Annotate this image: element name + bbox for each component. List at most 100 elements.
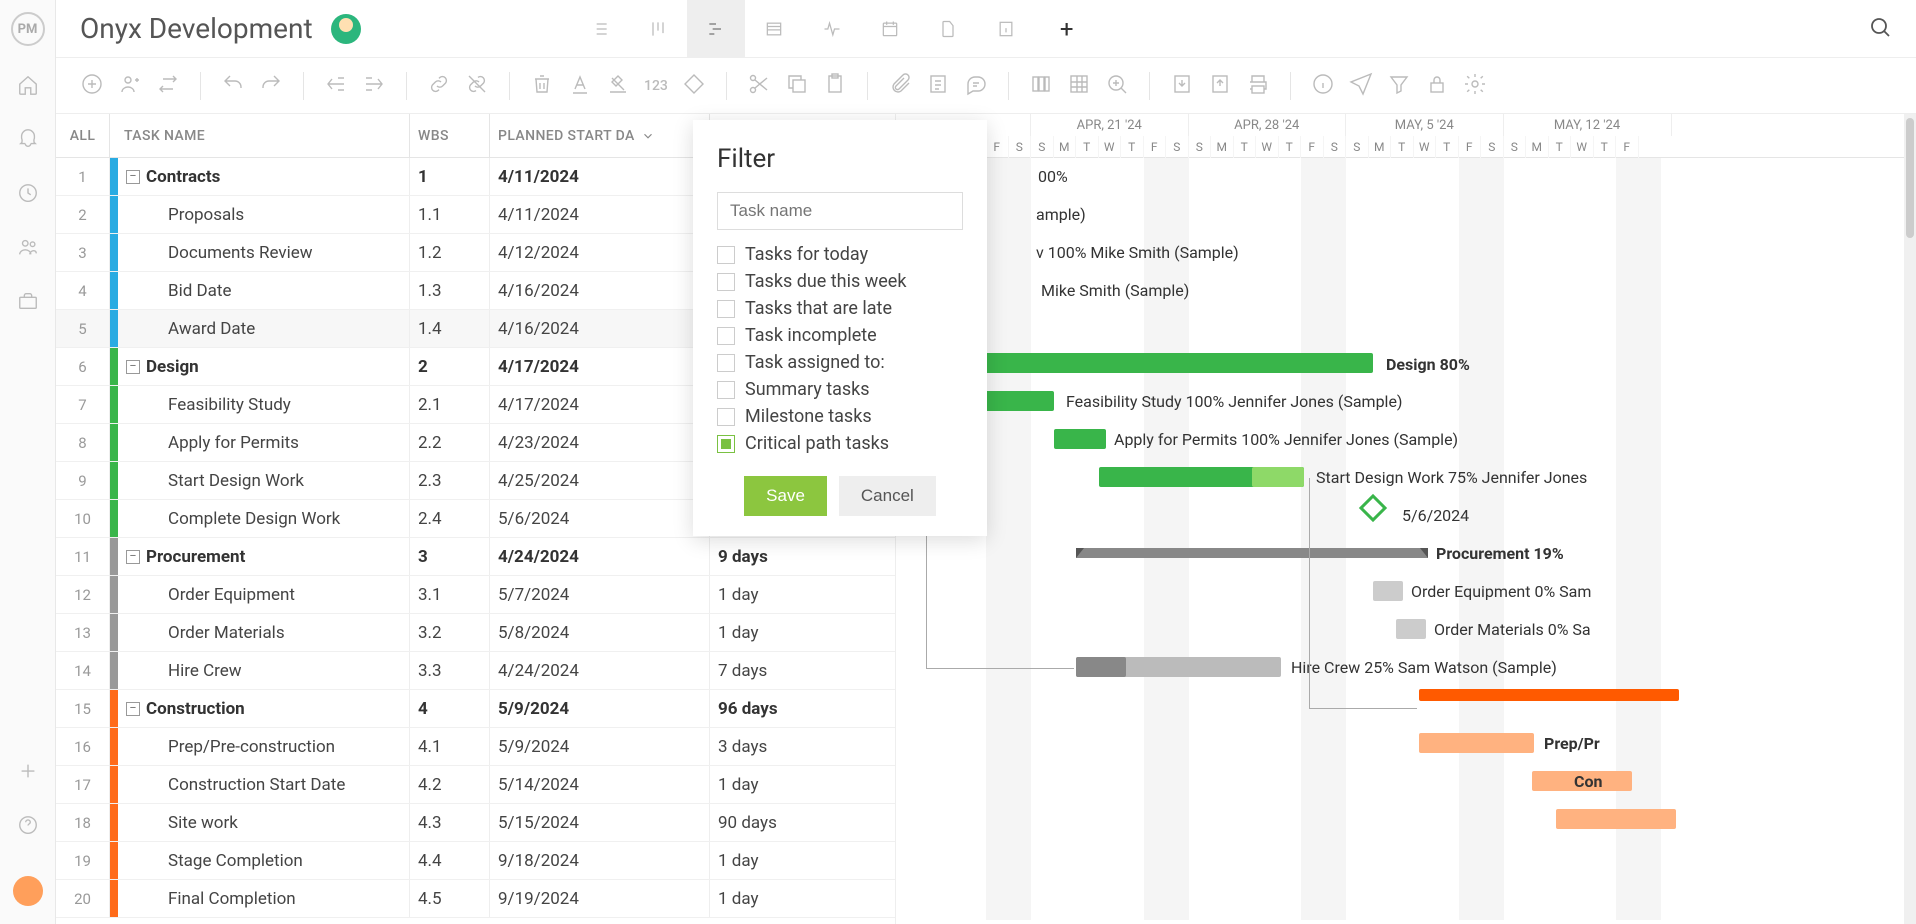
duration-cell[interactable]: 90 days — [710, 804, 895, 841]
task-name-cell[interactable]: Complete Design Work — [118, 500, 410, 537]
table-row[interactable]: 19 Stage Completion 4.4 9/18/2024 1 day — [56, 842, 895, 880]
grid-icon[interactable] — [1067, 72, 1091, 100]
checkbox-icon[interactable] — [717, 408, 735, 426]
filter-cancel-button[interactable]: Cancel — [839, 476, 936, 516]
task-name-cell[interactable]: Proposals — [118, 196, 410, 233]
settings-icon[interactable] — [1463, 72, 1487, 100]
briefcase-icon[interactable] — [17, 290, 39, 316]
date-cell[interactable]: 9/18/2024 — [490, 842, 710, 879]
collapse-icon[interactable]: − — [126, 360, 140, 374]
table-row[interactable]: 12 Order Equipment 3.1 5/7/2024 1 day — [56, 576, 895, 614]
checkbox-icon[interactable] — [717, 327, 735, 345]
undo-icon[interactable] — [221, 72, 245, 100]
copy-icon[interactable] — [785, 72, 809, 100]
wbs-cell[interactable]: 1.2 — [410, 234, 490, 271]
task-bar[interactable] — [1396, 619, 1426, 639]
user-avatar[interactable] — [13, 876, 43, 906]
task-name-cell[interactable]: Order Equipment — [118, 576, 410, 613]
indent-icon[interactable] — [362, 72, 386, 100]
board-view-icon[interactable] — [629, 0, 687, 58]
filter-icon[interactable] — [1387, 72, 1411, 100]
date-cell[interactable]: 5/9/2024 — [490, 690, 710, 727]
filter-option[interactable]: Tasks due this week — [717, 271, 963, 292]
table-row[interactable]: 18 Site work 4.3 5/15/2024 90 days — [56, 804, 895, 842]
checkbox-icon[interactable] — [717, 246, 735, 264]
task-name-cell[interactable]: Prep/Pre-construction — [118, 728, 410, 765]
swap-icon[interactable] — [156, 72, 180, 100]
collapse-icon[interactable]: − — [126, 702, 140, 716]
summary-bar[interactable] — [1076, 548, 1428, 558]
info-icon[interactable] — [1311, 72, 1335, 100]
checkbox-icon[interactable] — [717, 300, 735, 318]
task-name-cell[interactable]: Feasibility Study — [118, 386, 410, 423]
collapse-icon[interactable]: − — [126, 170, 140, 184]
send-icon[interactable] — [1349, 72, 1373, 100]
wbs-cell[interactable]: 3.3 — [410, 652, 490, 689]
note-icon[interactable] — [926, 72, 950, 100]
task-bar[interactable] — [1556, 809, 1676, 829]
task-name-cell[interactable]: Documents Review — [118, 234, 410, 271]
columns-icon[interactable] — [1029, 72, 1053, 100]
date-cell[interactable]: 4/12/2024 — [490, 234, 710, 271]
task-name-cell[interactable]: − Design — [118, 348, 410, 385]
col-wbs[interactable]: WBS — [410, 114, 490, 157]
file-view-icon[interactable] — [919, 0, 977, 58]
checkbox-icon[interactable] — [717, 354, 735, 372]
task-name-cell[interactable]: − Construction — [118, 690, 410, 727]
table-row[interactable]: 14 Hire Crew 3.3 4/24/2024 7 days — [56, 652, 895, 690]
filter-option[interactable]: Milestone tasks — [717, 406, 963, 427]
col-all[interactable]: ALL — [56, 114, 110, 157]
wbs-cell[interactable]: 2.4 — [410, 500, 490, 537]
filter-option[interactable]: Critical path tasks — [717, 433, 963, 454]
date-cell[interactable]: 5/14/2024 — [490, 766, 710, 803]
col-task-name[interactable]: TASK NAME — [110, 114, 410, 157]
auto-number-icon[interactable]: 123 — [644, 78, 668, 94]
attach-icon[interactable] — [888, 72, 912, 100]
task-bar[interactable] — [1054, 429, 1106, 449]
search-icon[interactable] — [1868, 15, 1892, 43]
date-cell[interactable]: 4/11/2024 — [490, 158, 710, 195]
task-bar[interactable] — [1373, 581, 1403, 601]
task-name-cell[interactable]: − Contracts — [118, 158, 410, 195]
date-cell[interactable]: 4/17/2024 — [490, 386, 710, 423]
wbs-cell[interactable]: 3.2 — [410, 614, 490, 651]
duration-cell[interactable]: 1 day — [710, 614, 895, 651]
milestone-icon[interactable] — [682, 72, 706, 100]
wbs-cell[interactable]: 1.1 — [410, 196, 490, 233]
help-icon[interactable] — [17, 814, 39, 840]
clock-icon[interactable] — [17, 182, 39, 208]
logo-pm[interactable]: PM — [11, 12, 45, 46]
duration-cell[interactable]: 1 day — [710, 576, 895, 613]
date-cell[interactable]: 5/8/2024 — [490, 614, 710, 651]
list-view-icon[interactable] — [571, 0, 629, 58]
date-cell[interactable]: 4/17/2024 — [490, 348, 710, 385]
date-cell[interactable]: 9/19/2024 — [490, 880, 710, 917]
filter-option[interactable]: Tasks that are late — [717, 298, 963, 319]
unlink-icon[interactable] — [465, 72, 489, 100]
task-name-cell[interactable]: Apply for Permits — [118, 424, 410, 461]
filter-option[interactable]: Tasks for today — [717, 244, 963, 265]
task-name-cell[interactable]: Bid Date — [118, 272, 410, 309]
calendar-view-icon[interactable] — [861, 0, 919, 58]
task-name-cell[interactable]: Hire Crew — [118, 652, 410, 689]
wbs-cell[interactable]: 3 — [410, 538, 490, 575]
date-cell[interactable]: 4/24/2024 — [490, 652, 710, 689]
text-color-icon[interactable] — [568, 72, 592, 100]
task-name-cell[interactable]: Site work — [118, 804, 410, 841]
sheet-view-icon[interactable] — [745, 0, 803, 58]
filter-save-button[interactable]: Save — [744, 476, 827, 516]
col-planned-start[interactable]: PLANNED START DA — [490, 114, 710, 157]
home-icon[interactable] — [17, 74, 39, 100]
task-name-cell[interactable]: Stage Completion — [118, 842, 410, 879]
project-avatar[interactable] — [331, 14, 361, 44]
comment-icon[interactable] — [964, 72, 988, 100]
collapse-icon[interactable]: − — [126, 550, 140, 564]
checkbox-icon[interactable] — [717, 435, 735, 453]
filter-option[interactable]: Summary tasks — [717, 379, 963, 400]
wbs-cell[interactable]: 3.1 — [410, 576, 490, 613]
trash-icon[interactable] — [530, 72, 554, 100]
wbs-cell[interactable]: 2.3 — [410, 462, 490, 499]
clear-format-icon[interactable] — [606, 72, 630, 100]
duration-cell[interactable]: 1 day — [710, 880, 895, 917]
assign-icon[interactable] — [118, 72, 142, 100]
